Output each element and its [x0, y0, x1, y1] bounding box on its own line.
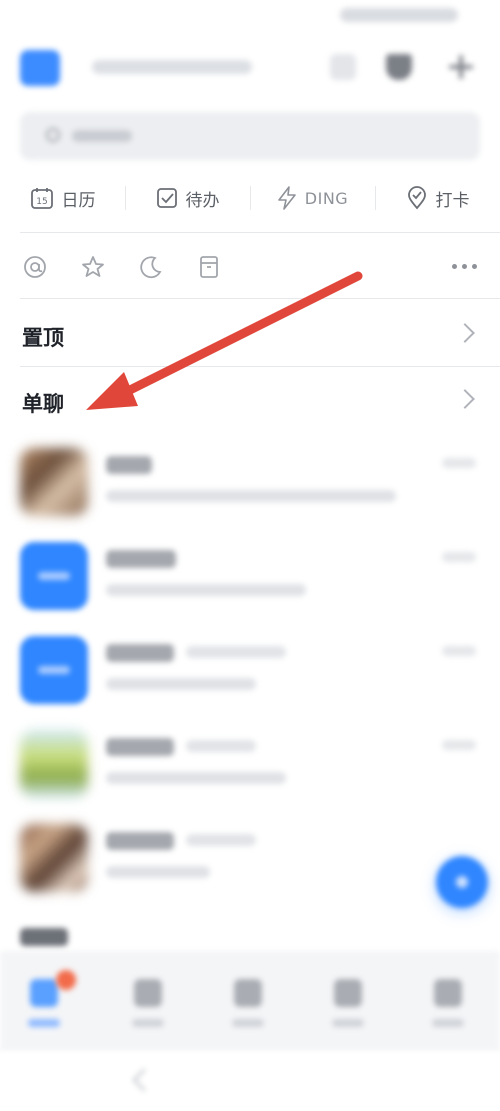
add-icon[interactable]	[448, 54, 474, 80]
tool-label: 待办	[185, 190, 220, 211]
status-indicators	[340, 8, 458, 22]
shield-icon[interactable]	[386, 54, 412, 80]
tool-checkin[interactable]: 打卡	[375, 172, 500, 224]
chat-name	[106, 832, 174, 850]
chevron-right-icon	[455, 389, 475, 409]
more-icon[interactable]	[452, 264, 480, 270]
archive-icon[interactable]	[196, 254, 222, 280]
status-bar	[0, 0, 500, 36]
chevron-right-icon	[455, 323, 475, 343]
filter-row	[0, 244, 500, 290]
chat-tag	[186, 646, 286, 658]
divider	[20, 232, 500, 233]
chat-preview	[106, 678, 256, 690]
chat-name	[106, 456, 152, 474]
avatar	[20, 824, 88, 892]
chat-time	[442, 646, 476, 656]
chat-preview	[106, 584, 306, 596]
section-label-single-chat: 单聊	[22, 392, 64, 416]
avatar	[20, 730, 88, 798]
chat-preview	[106, 490, 396, 502]
section-header-partial	[20, 928, 68, 946]
chat-name	[106, 644, 174, 662]
avatar	[20, 448, 88, 516]
back-icon[interactable]	[132, 1068, 156, 1092]
system-nav-bar	[0, 1052, 500, 1111]
tool-ding[interactable]: DING	[250, 172, 375, 224]
workspace-icon	[134, 979, 162, 1007]
chat-item[interactable]	[0, 626, 500, 720]
checkbox-icon	[156, 188, 177, 208]
chat-item[interactable]	[0, 814, 500, 908]
scan-icon[interactable]	[330, 54, 356, 80]
person-icon	[434, 979, 462, 1007]
chat-preview	[106, 772, 286, 784]
tool-label: 日历	[61, 190, 96, 211]
tab-workspace[interactable]	[128, 979, 168, 1027]
org-logo[interactable]	[20, 50, 60, 86]
chat-item[interactable]	[0, 438, 500, 532]
moon-icon[interactable]	[138, 254, 164, 280]
search-placeholder	[72, 130, 132, 142]
unread-badge	[56, 970, 76, 990]
chat-item[interactable]	[0, 720, 500, 814]
search-icon	[46, 128, 60, 142]
tab-contacts[interactable]	[328, 979, 368, 1027]
bottom-tab-bar	[0, 952, 500, 1052]
location-check-icon	[407, 186, 426, 210]
tool-label: 打卡	[435, 190, 470, 211]
search-bar[interactable]	[20, 112, 480, 160]
apps-icon	[234, 979, 262, 1007]
chat-tag	[186, 834, 256, 846]
star-icon[interactable]	[80, 254, 106, 280]
chat-name	[106, 550, 176, 568]
message-icon	[30, 979, 58, 1007]
tab-apps[interactable]	[228, 979, 268, 1027]
calendar-icon: 15	[30, 188, 53, 209]
divider	[20, 298, 500, 299]
header	[0, 36, 500, 100]
floating-action-button[interactable]	[436, 856, 488, 908]
chat-time	[442, 740, 476, 750]
contacts-icon	[334, 979, 362, 1007]
lightning-icon	[277, 186, 296, 210]
quick-tools: 15 日历 待办 DING 打卡	[0, 172, 500, 224]
chat-tag	[186, 740, 256, 752]
section-pinned[interactable]: 置顶	[0, 304, 500, 366]
tool-label: DING	[304, 188, 349, 208]
chat-time	[442, 458, 476, 468]
chat-item[interactable]	[0, 532, 500, 626]
avatar	[20, 636, 88, 704]
tool-calendar[interactable]: 15 日历	[0, 172, 125, 224]
chat-preview	[106, 866, 210, 878]
tab-me[interactable]	[428, 979, 468, 1027]
at-icon[interactable]	[22, 254, 48, 280]
calendar-day: 15	[36, 197, 47, 207]
chat-time	[442, 552, 476, 562]
divider	[20, 366, 500, 367]
section-single-chat[interactable]: 单聊	[0, 370, 500, 432]
tool-todo[interactable]: 待办	[125, 172, 250, 224]
org-switcher[interactable]	[92, 60, 252, 74]
chat-name	[106, 738, 174, 756]
section-label-pinned: 置顶	[22, 326, 64, 350]
avatar	[20, 542, 88, 610]
